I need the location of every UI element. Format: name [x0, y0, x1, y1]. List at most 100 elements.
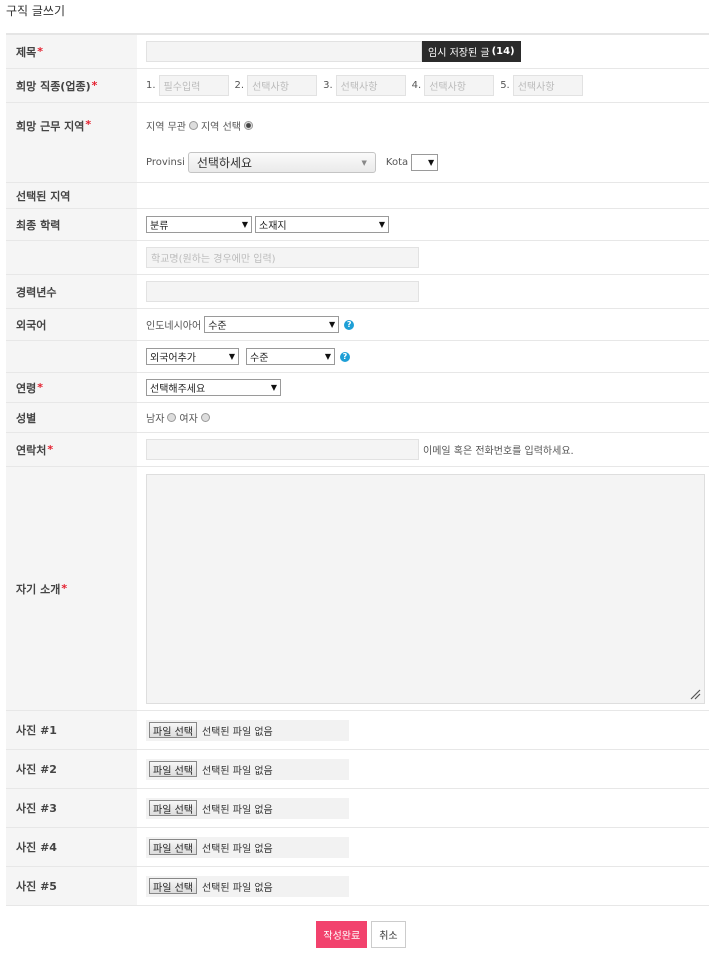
chevron-down-icon: ▼ [361, 158, 367, 167]
chevron-down-icon: ▼ [241, 220, 248, 229]
cancel-button[interactable]: 취소 [371, 921, 406, 948]
job-type-number: 1. [146, 80, 156, 91]
language-label: 외국어 [6, 309, 137, 340]
kota-select[interactable]: ▼ [411, 154, 439, 171]
chevron-down-icon: ▼ [329, 320, 336, 329]
job-type-input-1[interactable]: 필수입력 [158, 75, 229, 96]
file-status: 선택된 파일 없음 [201, 765, 273, 777]
file-status: 선택된 파일 없음 [201, 726, 273, 738]
job-type-number: 4. [411, 80, 422, 91]
provinsi-label: Provinsi [146, 157, 185, 168]
language-name: 인도네시아어 [146, 321, 202, 332]
form-actions: 작성완료 취소 [0, 921, 715, 948]
chevron-down-icon: ▼ [324, 352, 331, 361]
gender-male-label: 남자 [146, 414, 165, 425]
draft-posts-button[interactable]: 임시 저장된 글 (14) [422, 41, 521, 62]
provinsi-select[interactable]: 선택하세요 ▼ [187, 152, 376, 173]
job-type-input-5[interactable]: 선택사항 [512, 75, 583, 96]
chevron-down-icon: ▼ [270, 383, 277, 392]
choose-file-button[interactable]: 파일 선택 [149, 878, 197, 894]
age-label: 연령 * [6, 373, 137, 402]
job-type-number: 3. [323, 80, 333, 91]
region-label: 희망 근무 지역 * [6, 103, 137, 182]
photo-label: 사진 #3 [6, 789, 137, 827]
school-name-row: 학교명(원하는 경우에만 입력) [6, 241, 709, 275]
region-select-radio[interactable] [243, 121, 253, 130]
title-row: 제목 * 임시 저장된 글 (14) [6, 35, 709, 69]
choose-file-button[interactable]: 파일 선택 [149, 722, 197, 738]
file-status: 선택된 파일 없음 [201, 882, 273, 894]
photo-row-4: 사진 #4 파일 선택 선택된 파일 없음 [6, 828, 709, 867]
job-type-number: 2. [234, 80, 245, 91]
help-icon[interactable]: ? [340, 351, 350, 362]
selected-region-label: 선택된 지역 [6, 183, 137, 208]
file-status: 선택된 파일 없음 [201, 843, 273, 855]
file-status: 선택된 파일 없음 [201, 804, 273, 816]
age-row: 연령 * 선택해주세요 ▼ [6, 373, 709, 403]
title-input[interactable] [146, 41, 422, 62]
job-type-label: 희망 직종(업종) * [6, 69, 137, 102]
language-row: 외국어 인도네시아어 수준 ▼ ? [6, 309, 709, 341]
job-type-input-2[interactable]: 선택사항 [247, 75, 318, 96]
file-input-4: 파일 선택 선택된 파일 없음 [146, 836, 349, 858]
photo-row-3: 사진 #3 파일 선택 선택된 파일 없음 [6, 789, 709, 828]
file-input-5: 파일 선택 선택된 파일 없음 [146, 875, 349, 897]
gender-female-radio[interactable] [200, 413, 210, 422]
job-type-number: 5. [500, 80, 510, 91]
education-category-select[interactable]: 분류 ▼ [146, 216, 252, 233]
file-input-3: 파일 선택 선택된 파일 없음 [146, 797, 349, 819]
title-label: 제목 * [6, 35, 137, 68]
choose-file-button[interactable]: 파일 선택 [149, 839, 197, 855]
education-label: 최종 학력 [6, 209, 137, 240]
choose-file-button[interactable]: 파일 선택 [149, 761, 197, 777]
photo-label: 사진 #1 [6, 711, 137, 749]
photo-row-2: 사진 #2 파일 선택 선택된 파일 없음 [6, 750, 709, 789]
file-input-2: 파일 선택 선택된 파일 없음 [146, 758, 349, 780]
experience-input[interactable] [146, 281, 419, 302]
gender-female-label: 여자 [179, 414, 198, 425]
school-name-input[interactable]: 학교명(원하는 경우에만 입력) [146, 247, 419, 268]
job-seeking-form: 제목 * 임시 저장된 글 (14) 희망 직종(업종) * 1. 필수입력 2. 선택사항… [6, 33, 709, 906]
intro-label: 자기 소개 * [6, 467, 137, 710]
chevron-down-icon: ▼ [228, 352, 235, 361]
gender-row: 성별 남자 여자 [6, 403, 709, 433]
job-type-input-3[interactable]: 선택사항 [335, 75, 406, 96]
contact-input[interactable] [146, 439, 419, 460]
add-language-row: 외국어추가 ▼ 수준 ▼ ? [6, 341, 709, 373]
contact-row: 연락처 * 이메일 혹은 전화번호를 입력하세요. [6, 433, 709, 467]
add-language-select[interactable]: 외국어추가 ▼ [146, 348, 239, 365]
help-icon[interactable]: ? [344, 319, 355, 330]
photo-label: 사진 #5 [6, 867, 137, 905]
intro-textarea[interactable] [146, 474, 705, 704]
page-title: 구직 글쓰기 [6, 4, 66, 18]
experience-row: 경력년수 [6, 275, 709, 309]
gender-label: 성별 [6, 403, 137, 432]
education-location-select[interactable]: 소재지 ▼ [255, 216, 389, 233]
region-any-radio[interactable] [188, 121, 198, 130]
gender-male-radio[interactable] [167, 413, 177, 422]
photo-row-1: 사진 #1 파일 선택 선택된 파일 없음 [6, 711, 709, 750]
chevron-down-icon: ▼ [378, 220, 385, 229]
choose-file-button[interactable]: 파일 선택 [149, 800, 197, 816]
contact-label: 연락처 * [6, 433, 137, 466]
add-language-level-select[interactable]: 수준 ▼ [246, 348, 335, 365]
experience-label: 경력년수 [6, 275, 137, 308]
photo-label: 사진 #4 [6, 828, 137, 866]
region-any-label: 지역 무관 [146, 122, 186, 133]
kota-label: Kota [385, 157, 409, 168]
language-level-select[interactable]: 수준 ▼ [204, 316, 340, 333]
resize-handle-icon[interactable] [689, 688, 701, 700]
education-row: 최종 학력 분류 ▼ 소재지 ▼ [6, 209, 709, 241]
region-row: 희망 근무 지역 * 지역 무관 지역 선택 Provinsi 선택하세요 ▼ Ko… [6, 103, 709, 183]
intro-row: 자기 소개 * [6, 467, 709, 711]
file-input-1: 파일 선택 선택된 파일 없음 [146, 719, 349, 741]
age-select[interactable]: 선택해주세요 ▼ [146, 379, 281, 396]
chevron-down-icon: ▼ [427, 158, 435, 167]
photo-label: 사진 #2 [6, 750, 137, 788]
job-type-input-4[interactable]: 선택사항 [424, 75, 495, 96]
submit-button[interactable]: 작성완료 [316, 921, 368, 948]
selected-region-row: 선택된 지역 [6, 183, 709, 209]
contact-hint: 이메일 혹은 전화번호를 입력하세요. [423, 446, 574, 457]
photo-row-5: 사진 #5 파일 선택 선택된 파일 없음 [6, 867, 709, 906]
region-select-label: 지역 선택 [200, 122, 241, 133]
